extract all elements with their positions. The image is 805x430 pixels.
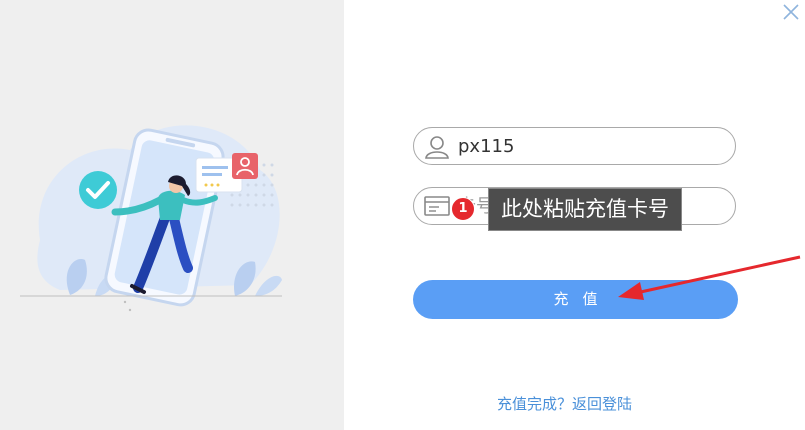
illustration-graphic [20,125,282,312]
person-icon [232,153,258,179]
checkmark-icon [79,171,117,209]
illustration-panel [0,0,344,430]
card-icon [424,196,450,216]
back-to-login-link[interactable]: 充值完成？返回登陆 [497,393,632,414]
username-input[interactable] [458,132,718,160]
step-number-badge: 1 [451,197,475,221]
paste-hint-tooltip: 此处粘贴充值卡号 [488,188,682,231]
close-icon[interactable] [781,2,801,22]
user-icon [425,136,449,159]
username-field[interactable] [413,127,736,165]
recharge-button[interactable]: 充值 [413,280,738,319]
